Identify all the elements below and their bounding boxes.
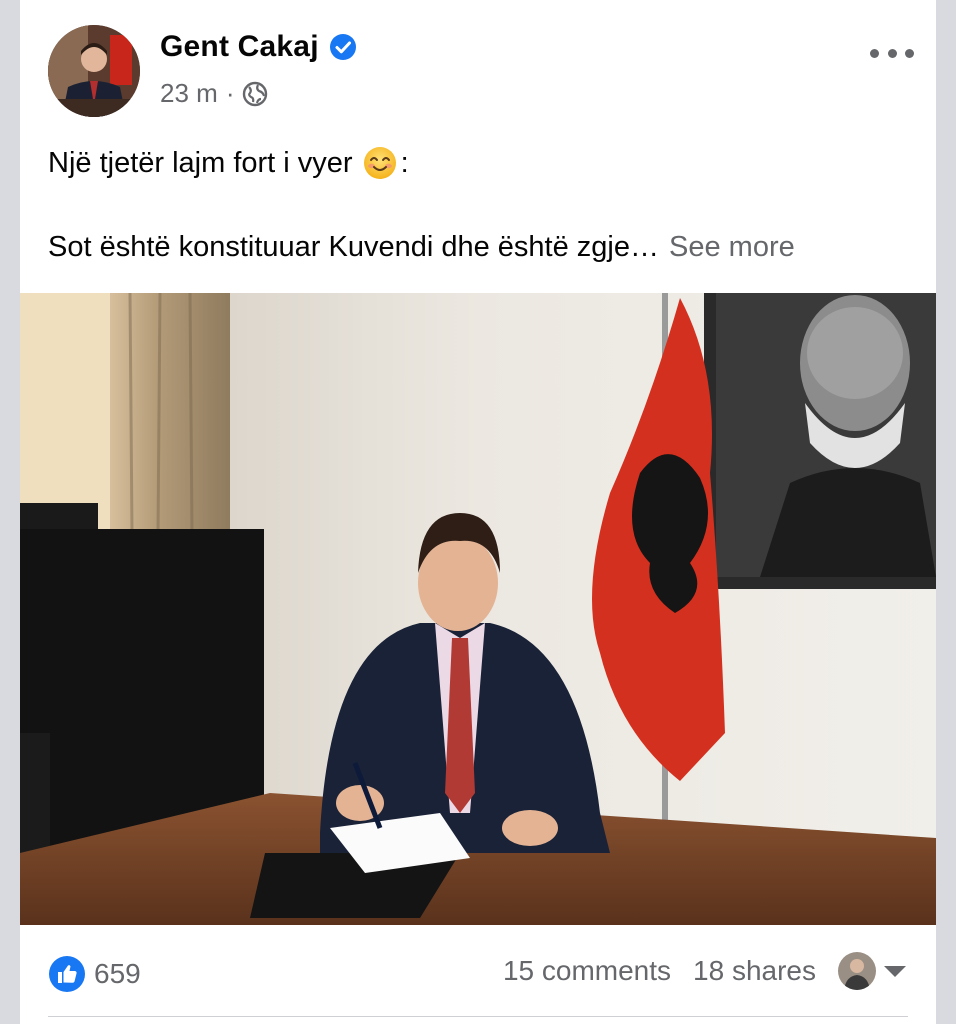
smiling-face-emoji-icon bbox=[363, 147, 396, 179]
viewer-avatar[interactable] bbox=[838, 952, 876, 990]
like-count: 659 bbox=[94, 958, 141, 989]
author-name[interactable]: Gent Cakaj bbox=[160, 30, 319, 64]
dot-icon bbox=[887, 48, 897, 58]
shares-count[interactable]: 18 shares bbox=[693, 955, 816, 987]
post-meta: 23 m · bbox=[160, 78, 268, 109]
author-row: Gent Cakaj bbox=[160, 30, 357, 64]
comments-count[interactable]: 15 comments bbox=[503, 955, 671, 987]
post-text-colon: : bbox=[400, 146, 409, 179]
see-more-link[interactable]: See more bbox=[669, 231, 795, 263]
post-text-first: Një tjetër lajm fort i vyer bbox=[48, 146, 353, 179]
globe-icon bbox=[243, 81, 268, 106]
post-card: Gent Cakaj 23 m · Një tjetër lajm fort i… bbox=[20, 0, 936, 1024]
meta-separator: · bbox=[225, 78, 235, 108]
audience-dropdown-icon[interactable] bbox=[884, 965, 906, 977]
more-options-button[interactable] bbox=[870, 38, 914, 68]
like-reaction-icon bbox=[49, 956, 85, 992]
author-avatar[interactable] bbox=[48, 25, 140, 117]
reactions-summary[interactable]: 659 bbox=[48, 955, 141, 993]
post-stats: 15 comments 18 shares bbox=[503, 952, 906, 990]
post-text-line1: Një tjetër lajm fort i vyer : bbox=[48, 146, 409, 180]
footer-divider bbox=[48, 1016, 908, 1017]
post-text-second: Sot është konstituuar Kuvendi dhe është … bbox=[48, 231, 659, 263]
verified-badge-icon bbox=[329, 34, 356, 60]
dot-icon bbox=[870, 48, 879, 58]
post-photo[interactable] bbox=[20, 293, 936, 925]
post-time[interactable]: 23 m bbox=[160, 78, 218, 109]
post-text-line2: Sot është konstituuar Kuvendi dhe është … bbox=[48, 231, 795, 264]
dot-icon bbox=[905, 48, 914, 58]
